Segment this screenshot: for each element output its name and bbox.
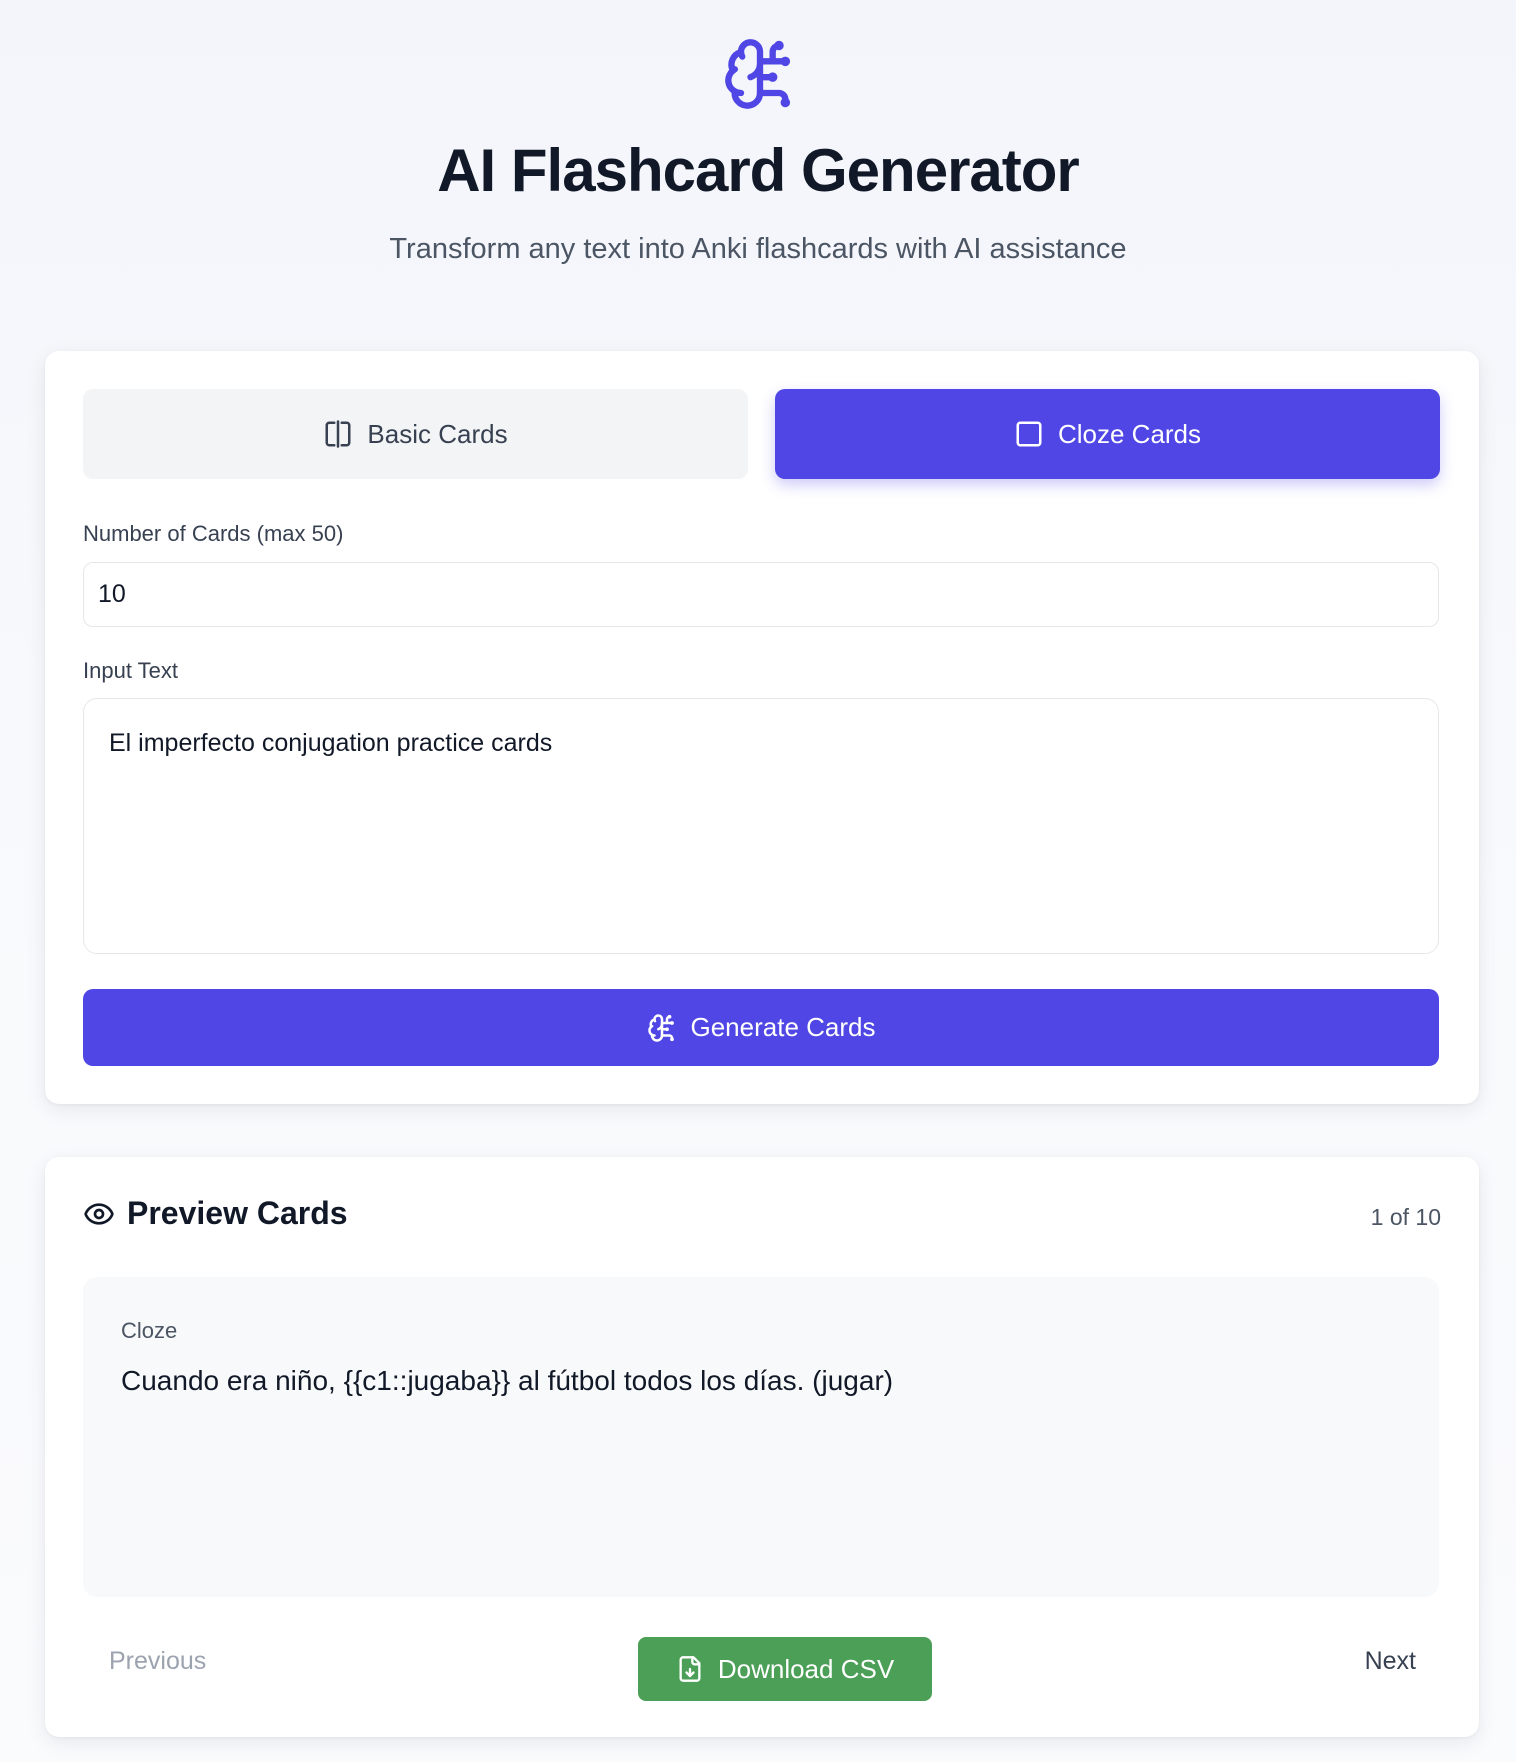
input-text-label: Input Text: [83, 658, 178, 683]
basic-cards-button[interactable]: Basic Cards: [83, 389, 748, 479]
previous-button[interactable]: Previous: [109, 1647, 206, 1676]
preview-title: Preview Cards: [127, 1195, 348, 1231]
card-preview: Cloze Cuando era niño, {{c1::jugaba}} al…: [83, 1277, 1439, 1597]
brain-circuit-icon: [725, 39, 791, 109]
input-text-area[interactable]: El imperfecto conjugation practice cards: [83, 698, 1439, 954]
card-count-input[interactable]: [83, 562, 1439, 627]
file-download-icon: [679, 1656, 701, 1682]
generate-cards-label: Generate Cards: [690, 1012, 876, 1042]
square-icon: [1016, 421, 1042, 447]
page-subtitle: Transform any text into Anki flashcards …: [389, 233, 1127, 265]
page-title: AI Flashcard Generator: [437, 137, 1080, 204]
card-count-label: Number of Cards (max 50): [83, 521, 344, 546]
preview-panel: Preview Cards 1 of 10 Cloze Cuando era n…: [45, 1157, 1479, 1737]
eye-icon: [84, 1202, 114, 1225]
next-button[interactable]: Next: [1365, 1647, 1416, 1676]
cloze-cards-label: Cloze Cards: [1057, 418, 1202, 449]
generate-cards-button[interactable]: Generate Cards: [83, 989, 1439, 1066]
preview-header: Preview Cards: [83, 1195, 348, 1232]
basic-cards-label: Basic Cards: [367, 418, 508, 449]
card-counter: 1 of 10: [1370, 1204, 1441, 1230]
card-type-label: Cloze: [121, 1318, 178, 1343]
download-csv-label: Download CSV: [717, 1653, 895, 1684]
card-text: Cuando era niño, {{c1::jugaba}} al fútbo…: [121, 1365, 894, 1396]
brain-circuit-icon: [647, 1013, 674, 1042]
flip-card-icon: [325, 420, 351, 448]
cloze-cards-button[interactable]: Cloze Cards: [775, 389, 1440, 479]
generator-panel: Basic Cards Cloze Cards Number of Cards …: [45, 351, 1479, 1104]
download-csv-button[interactable]: Download CSV: [638, 1637, 932, 1701]
